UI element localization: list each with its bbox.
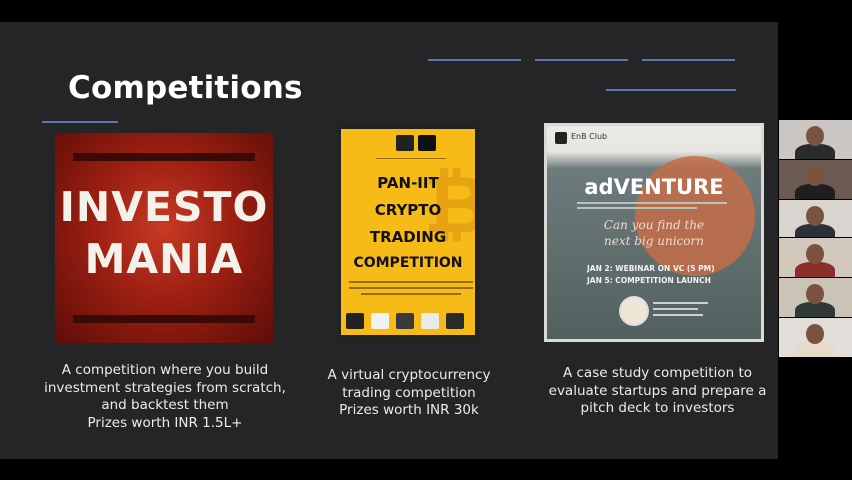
decor-line — [428, 59, 521, 61]
decorative-circle — [635, 156, 755, 276]
competition-description: A competition where you build investment… — [44, 362, 286, 431]
poster-text-line: INVESTO — [59, 183, 269, 231]
poster-fine-print — [349, 287, 473, 289]
sponsor-logo-icon — [396, 313, 414, 329]
participant-body — [795, 184, 835, 199]
poster-stripe — [73, 315, 255, 323]
poster-title-line: PAN-IIT — [377, 174, 439, 192]
decor-line — [642, 59, 735, 61]
sponsor-logo-icon — [346, 313, 364, 329]
decor-line — [606, 89, 736, 91]
participant-body — [795, 342, 835, 357]
poster-tagline: Can you find the — [603, 218, 705, 232]
crypto-poster: ₿ PAN-IIT CRYPTO TRADING COMPETITION — [338, 126, 478, 338]
poster-schedule: JAN 5: COMPETITION LAUNCH — [587, 276, 711, 285]
poster-fine-print — [577, 207, 697, 209]
investomania-poster: INVESTO MANIA — [55, 133, 273, 343]
poster-heading: adVENTURE — [584, 175, 724, 199]
sponsor-logo-icon — [371, 313, 389, 329]
slide-title: Competitions — [68, 70, 303, 106]
participant-video-tile[interactable] — [779, 160, 852, 199]
decor-line — [535, 59, 628, 61]
title-underline — [42, 121, 118, 123]
logo-icon — [396, 135, 414, 151]
poster-stripe — [73, 153, 255, 161]
participant-video-tile[interactable] — [779, 200, 852, 237]
club-name: EnB Club — [571, 132, 608, 141]
poster-title-line: COMPETITION — [353, 255, 463, 271]
participant-head — [806, 126, 824, 146]
sponsor-logo-icon — [421, 313, 439, 329]
participant-body — [795, 144, 835, 159]
presentation-slide: Competitions INVESTO MANIA A competition… — [0, 22, 778, 459]
poster-fine-print — [577, 202, 727, 204]
speaker-avatar — [619, 296, 649, 326]
competition-description: A case study competition to evaluate sta… — [548, 365, 767, 416]
adventure-poster: EnB Club adVENTURE Can you find the next… — [544, 123, 764, 342]
club-logo — [555, 132, 567, 144]
participant-video-tile[interactable] — [779, 318, 852, 357]
poster-schedule: JAN 2: WEBINAR ON VC (5 PM) — [587, 264, 715, 273]
participant-body — [795, 262, 835, 277]
poster-fine-print — [349, 281, 473, 283]
poster-text-line: MANIA — [84, 235, 244, 283]
poster-fine-print — [653, 302, 708, 304]
participant-body — [795, 302, 835, 317]
poster-title-line: CRYPTO — [374, 201, 442, 219]
participant-video-tile[interactable] — [779, 238, 852, 277]
participant-video-tile[interactable] — [779, 278, 852, 317]
participant-head — [806, 166, 824, 186]
participant-head — [806, 324, 824, 344]
poster-fine-print — [653, 308, 698, 310]
participant-head — [806, 244, 824, 264]
participant-head — [806, 284, 824, 304]
participant-video-tile[interactable] — [779, 120, 852, 159]
participant-head — [806, 206, 824, 226]
competition-description: A virtual cryptocurrency trading competi… — [327, 367, 491, 418]
poster-fine-print — [361, 293, 461, 295]
poster-title-line: TRADING — [369, 228, 447, 246]
logo-icon — [418, 135, 436, 151]
sponsor-logo-icon — [446, 313, 464, 329]
poster-divider — [376, 158, 446, 159]
poster-fine-print — [653, 314, 703, 316]
poster-tagline: next big unicorn — [604, 234, 704, 248]
